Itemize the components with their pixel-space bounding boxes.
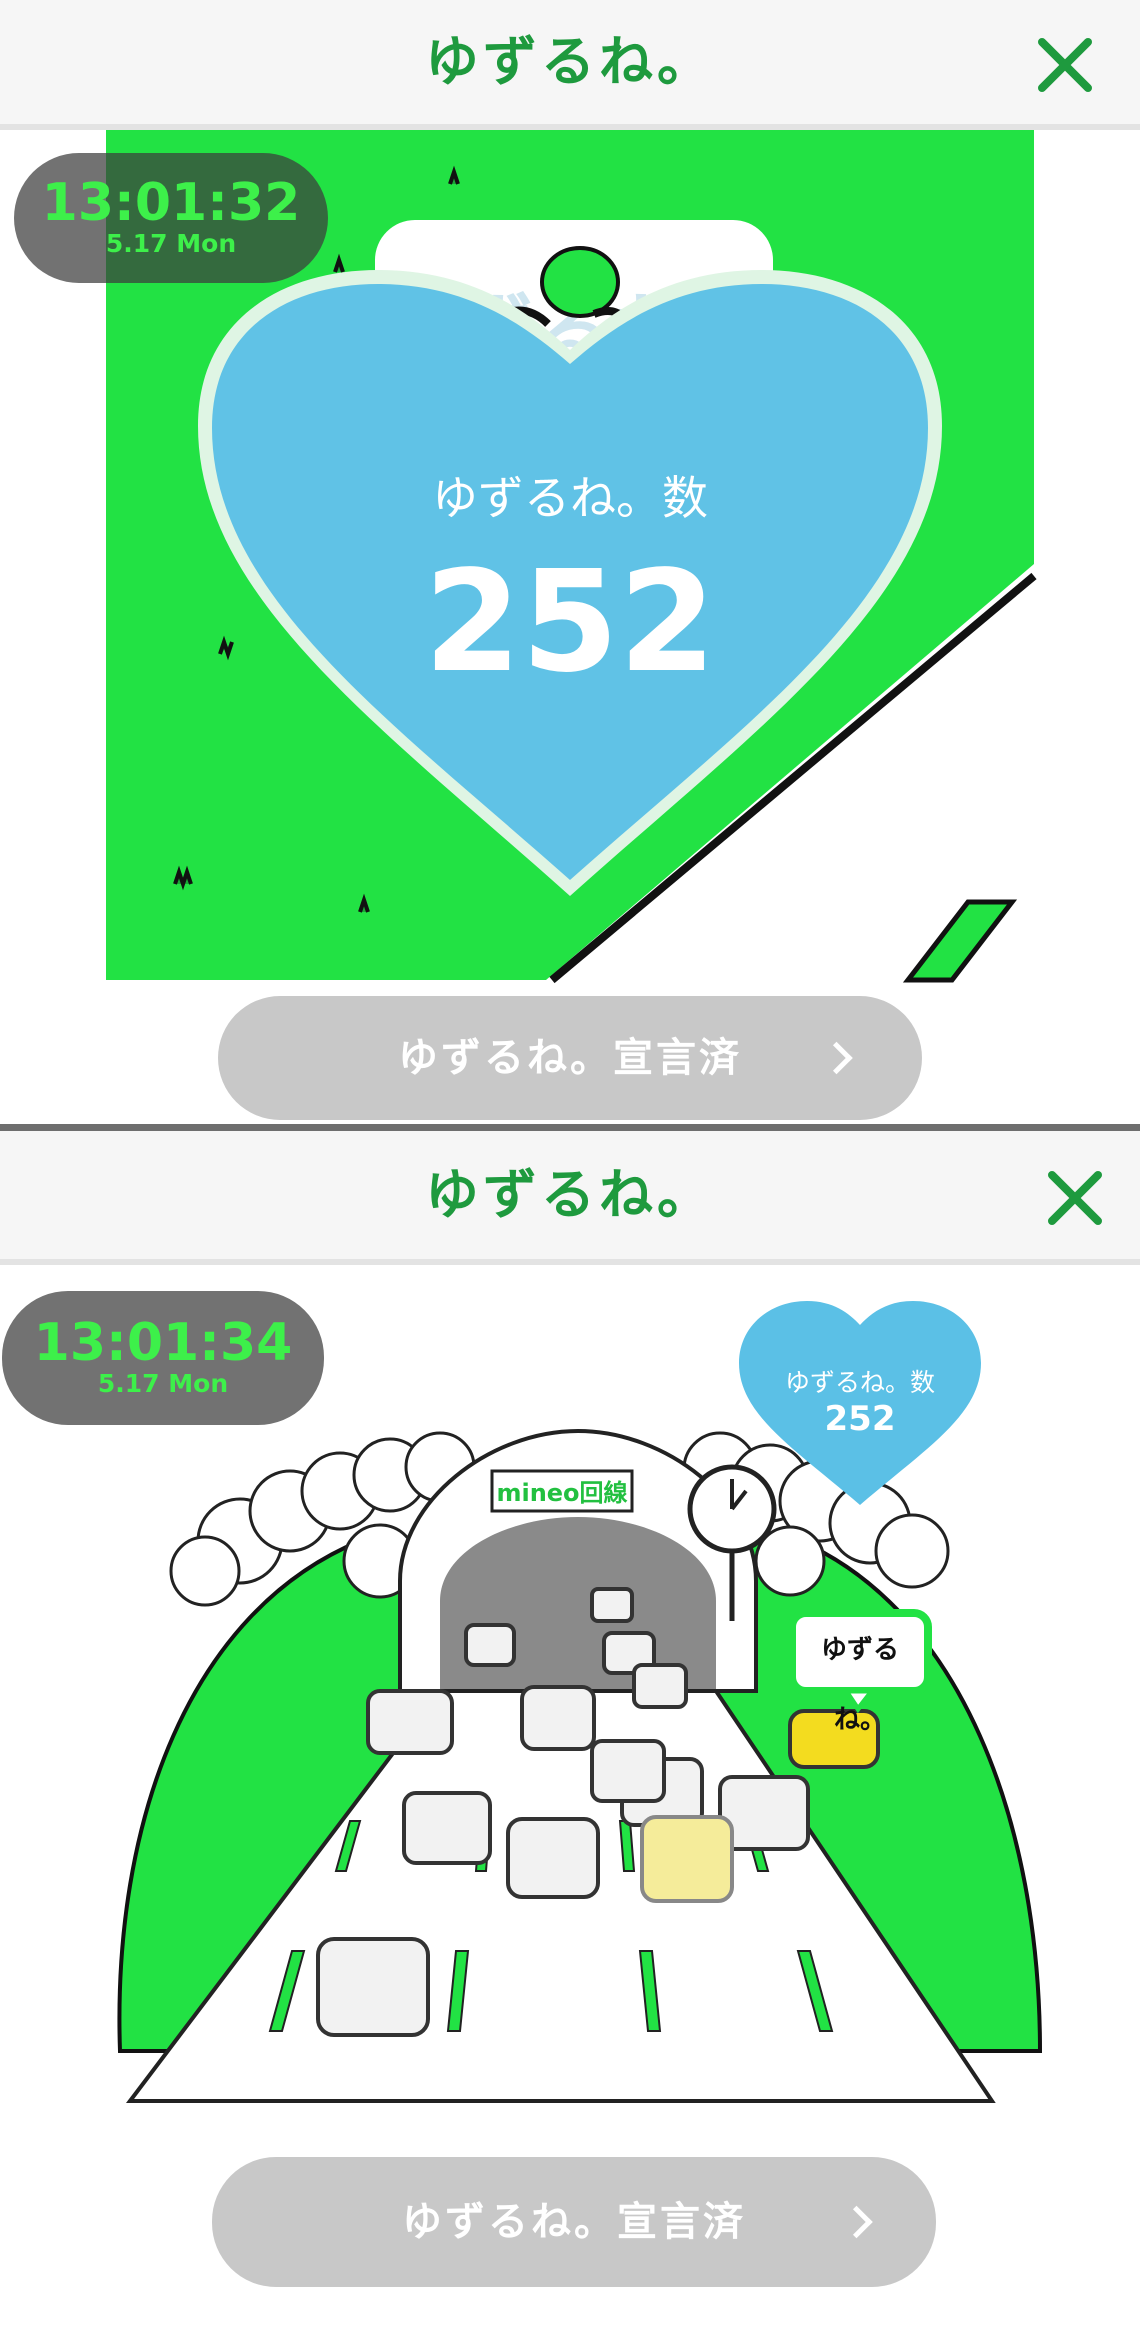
declared-button[interactable]: ゆずるね。宣言済 xyxy=(212,2157,936,2287)
declared-button[interactable]: ゆずるね。宣言済 xyxy=(218,996,922,1120)
yellow-car xyxy=(640,1815,734,1903)
screen-2: mineo回線 ゆずるね。 ゆずるね。数 252 13:01:34 5.17 M… xyxy=(0,1131,1140,2326)
mascot xyxy=(540,246,620,318)
close-icon[interactable] xyxy=(1038,38,1092,92)
clock-time: 13:01:32 xyxy=(41,173,301,233)
clock-overlay: 13:01:34 5.17 Mon xyxy=(2,1291,324,1425)
close-icon[interactable] xyxy=(1048,1171,1102,1225)
declared-button-label: ゆずるね。宣言済 xyxy=(402,2199,746,2245)
speech-bubble-text: ゆずるね。 xyxy=(820,1635,899,1735)
clock-date: 5.17 Mon xyxy=(105,229,237,258)
header-bar: ゆずるね。 xyxy=(0,1131,1140,1265)
counter-label: ゆずるね。数 xyxy=(432,471,708,525)
clock-overlay: 13:01:32 5.17 Mon xyxy=(14,153,328,283)
counter-value: 252 xyxy=(824,1399,896,1439)
screen-1: ゆずるね。 ゆずるね。数 252 13:01:32 5.17 Mon ゆずるね。… xyxy=(0,0,1140,1124)
clock-time: 13:01:34 xyxy=(33,1313,293,1373)
declared-button-label: ゆずるね。宣言済 xyxy=(398,1035,742,1081)
header-bar: ゆずるね。 xyxy=(0,0,1140,130)
header-title: ゆずるね。 xyxy=(425,30,715,93)
counter-label: ゆずるね。数 xyxy=(784,1368,935,1397)
counter-value: 252 xyxy=(423,541,717,704)
screen-divider xyxy=(0,1124,1140,1131)
clock-date: 5.17 Mon xyxy=(97,1369,229,1398)
header-title: ゆずるね。 xyxy=(425,1163,715,1226)
mineo-sign-label: mineo回線 xyxy=(496,1479,628,1507)
